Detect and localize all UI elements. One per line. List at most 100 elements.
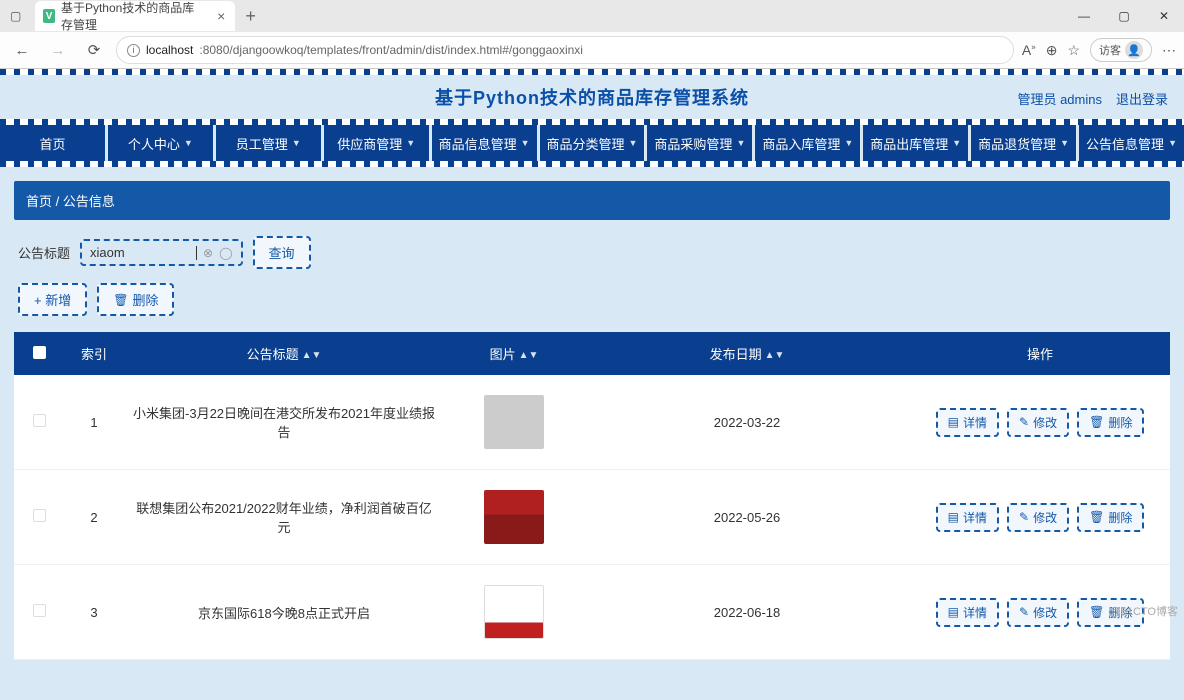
address-bar: ← → ⟳ i localhost:8080/djangoowkoq/templ…: [0, 32, 1184, 68]
back-button[interactable]: ←: [8, 36, 36, 64]
chevron-down-icon: ▼: [521, 138, 530, 148]
breadcrumb-home[interactable]: 首页: [26, 194, 52, 209]
cell-index: 1: [64, 375, 124, 470]
detail-icon: ▤: [948, 605, 959, 619]
nav-item[interactable]: 商品入库管理 ▼: [755, 125, 863, 161]
close-tab-icon[interactable]: ×: [217, 8, 225, 24]
clear-icon[interactable]: ⊗: [203, 246, 213, 260]
nav-label: 商品出库管理: [870, 134, 948, 153]
read-aloud-icon[interactable]: A»: [1022, 42, 1036, 58]
query-button[interactable]: 查询: [253, 236, 311, 269]
nav-label: 供应商管理: [337, 134, 402, 153]
more-icon[interactable]: ⋯: [1162, 42, 1176, 59]
sort-icon[interactable]: ▲▼: [765, 353, 785, 358]
detail-icon: ▤: [948, 510, 959, 524]
circle-icon[interactable]: ◯: [219, 246, 232, 260]
info-icon[interactable]: i: [127, 44, 140, 57]
th-date[interactable]: 发布日期▲▼: [584, 332, 910, 375]
page-title: 基于Python技术的商品库存管理系统: [435, 84, 749, 110]
nav-item[interactable]: 商品分类管理▼: [540, 125, 648, 161]
row-checkbox[interactable]: [33, 414, 46, 427]
delete-button[interactable]: 🗑 删除: [97, 283, 174, 316]
thumbnail-image[interactable]: [484, 395, 544, 449]
nav-label: 商品入库管理: [762, 134, 840, 153]
avatar-icon: 👤: [1125, 41, 1143, 59]
cell-date: 2022-05-26: [584, 470, 910, 565]
search-input[interactable]: [90, 245, 190, 260]
profile-badge[interactable]: 访客 👤: [1090, 38, 1152, 62]
refresh-button[interactable]: ⟳: [80, 36, 108, 64]
minimize-button[interactable]: —: [1064, 0, 1104, 32]
translate-icon[interactable]: ⊕: [1046, 42, 1058, 59]
logout-button[interactable]: 退出登录: [1116, 89, 1168, 108]
watermark: @51CTO博客: [1110, 603, 1178, 619]
nav-label: 商品退货管理: [978, 134, 1056, 153]
nav-label: 首页: [39, 134, 65, 153]
content-area: 首页 / 公告信息 公告标题 ⊗ ◯ 查询 + 新增 🗑 删除: [0, 167, 1184, 700]
detail-button[interactable]: ▤ 详情: [936, 503, 999, 532]
breadcrumb-current: 公告信息: [63, 194, 115, 209]
edit-button[interactable]: ✎ 修改: [1007, 408, 1069, 437]
sort-icon[interactable]: ▲▼: [519, 353, 539, 358]
nav-label: 个人中心: [128, 134, 180, 153]
cell-date: 2022-03-22: [584, 375, 910, 470]
trash-icon: 🗑: [1089, 605, 1104, 619]
tab-list-icon[interactable]: ▢: [0, 9, 31, 23]
nav-item[interactable]: 首页: [0, 125, 108, 161]
cell-title: 京东国际618今晚8点正式开启: [124, 565, 444, 660]
chevron-down-icon: ▼: [406, 138, 415, 148]
th-index[interactable]: 索引: [64, 332, 124, 375]
nav-item[interactable]: 公告信息管理▼: [1079, 125, 1184, 161]
chevron-down-icon: ▼: [844, 138, 853, 148]
nav-item[interactable]: 商品退货管理▼: [971, 125, 1079, 161]
nav-item[interactable]: 员工管理▼: [216, 125, 324, 161]
cell-title: 小米集团-3月22日晚间在港交所发布2021年度业绩报告: [124, 375, 444, 470]
add-button[interactable]: + 新增: [18, 283, 87, 316]
detail-button[interactable]: ▤ 详情: [936, 408, 999, 437]
chevron-down-icon: ▼: [629, 138, 638, 148]
nav-item[interactable]: 商品采购管理▼: [647, 125, 755, 161]
admin-label[interactable]: 管理员 admins: [1017, 89, 1102, 108]
filter-label: 公告标题: [18, 243, 70, 262]
th-title[interactable]: 公告标题▲▼: [124, 332, 444, 375]
tab-title: 基于Python技术的商品库存管理: [61, 0, 201, 33]
new-tab-button[interactable]: +: [235, 6, 266, 27]
sort-icon[interactable]: ▲▼: [302, 353, 322, 358]
nav-item[interactable]: 商品出库管理▼: [863, 125, 971, 161]
close-window-button[interactable]: ✕: [1144, 0, 1184, 32]
guest-label: 访客: [1099, 42, 1121, 58]
main-nav: 首页个人中心▼员工管理▼供应商管理▼商品信息管理▼商品分类管理▼商品采购管理▼商…: [0, 125, 1184, 161]
detail-icon: ▤: [948, 415, 959, 429]
thumbnail-image[interactable]: [484, 585, 544, 639]
cell-date: 2022-06-18: [584, 565, 910, 660]
row-checkbox[interactable]: [33, 604, 46, 617]
row-checkbox[interactable]: [33, 509, 46, 522]
url-host: localhost: [146, 43, 193, 57]
nav-item[interactable]: 个人中心▼: [108, 125, 216, 161]
thumbnail-image[interactable]: [484, 490, 544, 544]
trash-icon: 🗑: [1089, 415, 1104, 429]
forward-button[interactable]: →: [44, 36, 72, 64]
maximize-button[interactable]: ▢: [1104, 0, 1144, 32]
edit-button[interactable]: ✎ 修改: [1007, 503, 1069, 532]
tab-bar: ▢ V 基于Python技术的商品库存管理 × + — ▢ ✕: [0, 0, 1184, 32]
row-delete-button[interactable]: 🗑 删除: [1077, 503, 1144, 532]
favorites-icon[interactable]: ☆: [1067, 42, 1080, 59]
search-input-wrapper[interactable]: ⊗ ◯: [80, 239, 243, 266]
text-cursor: [196, 246, 197, 260]
nav-item[interactable]: 商品信息管理▼: [432, 125, 540, 161]
url-field[interactable]: i localhost:8080/djangoowkoq/templates/f…: [116, 36, 1014, 64]
browser-chrome: ▢ V 基于Python技术的商品库存管理 × + — ▢ ✕ ← → ⟳ i …: [0, 0, 1184, 69]
row-delete-button[interactable]: 🗑 删除: [1077, 408, 1144, 437]
filter-row: 公告标题 ⊗ ◯ 查询: [18, 236, 1166, 269]
th-image[interactable]: 图片▲▼: [444, 332, 584, 375]
cell-index: 3: [64, 565, 124, 660]
cell-title: 联想集团公布2021/2022财年业绩，净利润首破百亿元: [124, 470, 444, 565]
breadcrumb-sep: /: [56, 194, 60, 209]
browser-tab[interactable]: V 基于Python技术的商品库存管理 ×: [35, 1, 235, 31]
th-checkbox[interactable]: [14, 332, 64, 375]
nav-item[interactable]: 供应商管理 ▼: [324, 125, 432, 161]
detail-button[interactable]: ▤ 详情: [936, 598, 999, 627]
edit-button[interactable]: ✎ 修改: [1007, 598, 1069, 627]
cell-index: 2: [64, 470, 124, 565]
